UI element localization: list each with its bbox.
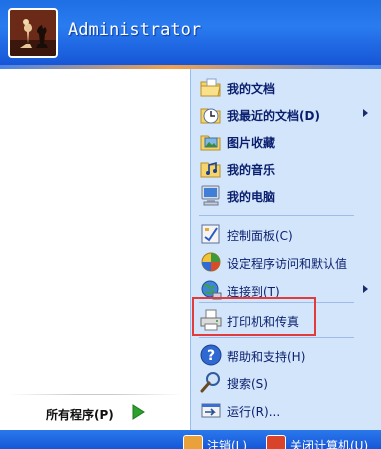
logoff-label: 注销(L) — [207, 439, 248, 449]
key-icon — [183, 435, 203, 449]
green-arrow-icon — [128, 402, 148, 422]
menu-item-my-documents[interactable]: 我的文档 — [191, 72, 381, 102]
menu-item-label: 我的音乐 — [227, 163, 276, 177]
menu-item-label: 我最近的文档(D) — [227, 109, 320, 123]
menu-item-program-access[interactable]: 设定程序访问和默认值 — [191, 247, 381, 277]
run-icon — [199, 398, 223, 422]
start-menu: Administrator 所有程序(P) 我的文档 我最近的文档(D) 图片收… — [0, 0, 381, 449]
red-highlight-box — [192, 297, 316, 336]
start-menu-footer: 注销(L) 关闭计算机(U) — [0, 430, 381, 449]
recent-documents-icon — [199, 102, 223, 126]
menu-item-label: 我的文档 — [227, 82, 276, 96]
shutdown-label: 关闭计算机(U) — [290, 439, 369, 449]
menu-item-label: 设定程序访问和默认值 — [227, 257, 348, 271]
menu-item-label: 搜索(S) — [227, 377, 268, 391]
pinned-programs-panel: 所有程序(P) — [0, 69, 190, 430]
menu-item-control-panel[interactable]: 控制面板(C) — [191, 219, 381, 249]
program-access-icon — [199, 250, 223, 274]
menu-item-label: 控制面板(C) — [227, 229, 293, 243]
power-icon — [266, 435, 286, 449]
submenu-arrow-icon — [363, 109, 368, 117]
all-programs-button[interactable]: 所有程序(P) — [0, 401, 190, 425]
menu-item-my-computer[interactable]: 我的电脑 — [191, 180, 381, 210]
menu-item-label: 图片收藏 — [227, 136, 276, 150]
svg-text:?: ? — [207, 348, 215, 364]
menu-item-label: 运行(R)... — [227, 405, 281, 419]
menu-item-run[interactable]: 运行(R)... — [191, 395, 381, 425]
my-music-icon — [199, 156, 223, 180]
places-panel: 我的文档 我最近的文档(D) 图片收藏 我的音乐 我的电脑 控制面板(C) 设定… — [190, 69, 381, 430]
menu-item-my-pictures[interactable]: 图片收藏 — [191, 126, 381, 156]
my-documents-icon — [199, 75, 223, 99]
control-panel-icon — [199, 222, 223, 246]
search-icon — [199, 370, 223, 394]
start-menu-header: Administrator — [0, 0, 381, 65]
my-computer-icon — [199, 183, 223, 207]
menu-item-my-music[interactable]: 我的音乐 — [191, 153, 381, 183]
user-name: Administrator — [68, 20, 202, 40]
submenu-arrow-icon — [363, 285, 368, 293]
places-separator — [199, 337, 354, 338]
left-panel-separator — [8, 394, 182, 395]
places-separator — [199, 215, 354, 216]
menu-item-help-and-support[interactable]: ? 帮助和支持(H) — [191, 340, 381, 370]
menu-item-search[interactable]: 搜索(S) — [191, 367, 381, 397]
help-icon: ? — [199, 343, 223, 367]
menu-item-label: 帮助和支持(H) — [227, 350, 306, 364]
my-pictures-icon — [199, 129, 223, 153]
all-programs-label: 所有程序(P) — [46, 408, 114, 422]
user-avatar[interactable] — [8, 8, 58, 58]
menu-item-recent-documents[interactable]: 我最近的文档(D) — [191, 99, 381, 129]
menu-item-label: 我的电脑 — [227, 190, 276, 204]
